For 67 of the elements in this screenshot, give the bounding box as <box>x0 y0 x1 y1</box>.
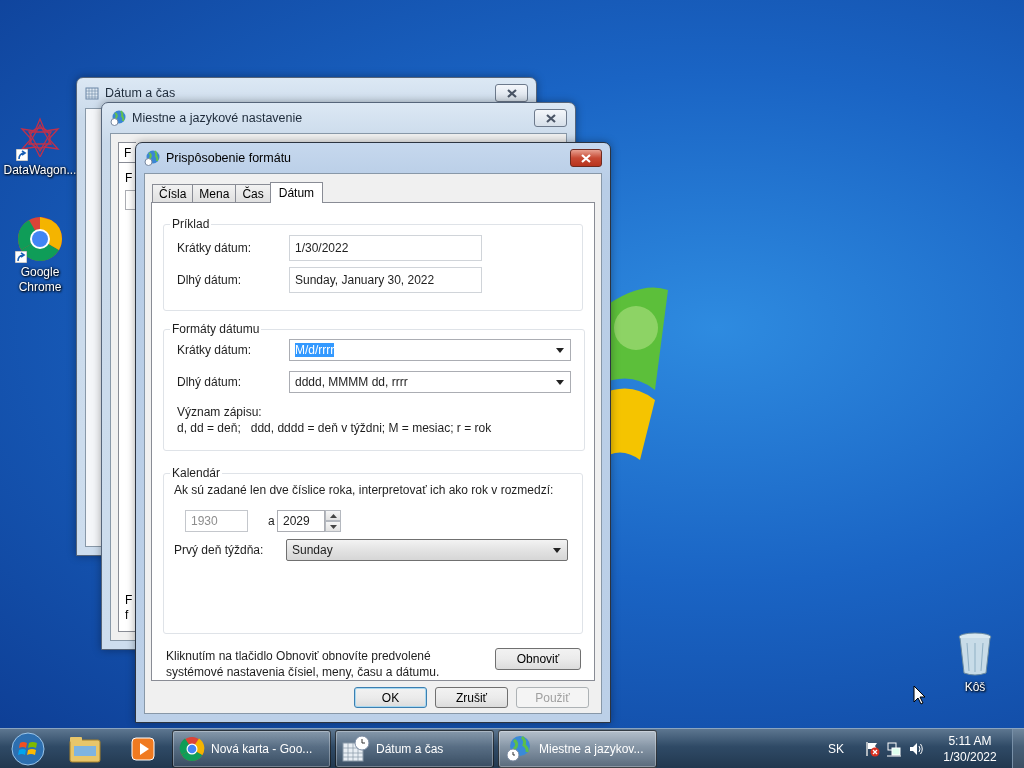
start-button[interactable] <box>8 730 48 767</box>
field-label: Prvý deň týždňa: <box>174 543 265 557</box>
close-icon <box>506 88 517 98</box>
range-separator: a <box>268 514 276 528</box>
clock[interactable]: 5:11 AM 1/30/2022 <box>938 732 1002 765</box>
read-only-field: Sunday, January 30, 2022 <box>289 267 482 293</box>
dropdown-arrow-icon <box>553 547 561 553</box>
window-title: Dátum a čas <box>105 86 177 100</box>
group-title: Kalendár <box>171 466 222 480</box>
globe-icon <box>110 110 126 126</box>
close-button[interactable] <box>534 109 567 127</box>
language-indicator[interactable]: SK <box>828 741 844 756</box>
spin-up-button[interactable] <box>325 510 341 521</box>
notation-title: Význam zápisu: <box>177 404 263 420</box>
dialog-button[interactable]: Zrušiť <box>435 687 508 708</box>
desktop-icon-label[interactable]: Kôš <box>937 680 1013 695</box>
desktop-icon-label[interactable]: DataWagon... <box>2 163 78 178</box>
media-player-icon[interactable] <box>130 735 156 762</box>
windows-logo-icon <box>11 731 45 766</box>
window-title: Miestne a jazykové nastavenie <box>132 111 304 125</box>
caret-up-icon <box>329 513 337 518</box>
flag-error-icon[interactable] <box>864 740 880 757</box>
tab[interactable]: F <box>118 142 136 162</box>
tab[interactable]: Čas <box>235 184 271 202</box>
calendar-icon <box>85 86 99 100</box>
reset-description: Kliknutím na tlačidlo Obnoviť obnovíte predvolené systémové nastavenia čísiel, meny, času a dátumu. <box>166 648 441 680</box>
desktop-icon-label[interactable]: Google Chrome <box>2 265 78 295</box>
field-label: Krátky dátum: <box>177 343 253 357</box>
text-line: F <box>125 593 133 608</box>
close-button[interactable] <box>495 84 528 102</box>
group-title: Príklad <box>171 217 211 231</box>
calendar-description: Ak sú zadané len dve číslice roka, interpretovať ich ako rok v rozmedzí: <box>174 482 555 498</box>
field-label: F <box>125 171 133 186</box>
notation-text: d, dd = deň; ddd, dddd = deň v týždni; M = mesiac; r = rok <box>177 420 493 436</box>
globe-icon <box>505 734 533 763</box>
reset-button[interactable]: Obnoviť <box>495 648 581 670</box>
close-icon <box>581 153 591 163</box>
read-only-field: 1/30/2022 <box>289 235 482 261</box>
tab[interactable]: Mena <box>192 184 237 202</box>
spin-down-button[interactable] <box>325 521 341 532</box>
browser-icon <box>179 735 205 762</box>
close-icon <box>545 113 556 123</box>
tab[interactable]: Dátum <box>269 182 324 203</box>
window-title: Prispôsobenie formátu <box>166 151 293 165</box>
mouse-pointer-icon <box>913 685 926 705</box>
dialog-button[interactable]: OK <box>354 687 427 708</box>
show-desktop-button[interactable] <box>1012 728 1024 768</box>
close-button[interactable] <box>570 149 602 167</box>
calendar-clock-icon <box>342 734 370 763</box>
network-icon[interactable] <box>886 740 902 757</box>
desktop-icon <box>18 117 62 157</box>
taskbar-button[interactable]: Nová karta - Goo... <box>172 729 331 768</box>
dropdown[interactable]: dddd, MMMM dd, rrrr <box>289 371 571 393</box>
dropdown-arrow-icon <box>556 379 564 385</box>
caret-down-icon <box>329 524 337 529</box>
tab[interactable]: Čísla <box>152 184 194 202</box>
field-label: Dlhý dátum: <box>177 273 243 287</box>
globe-icon <box>144 150 160 166</box>
dropdown-arrow-icon <box>556 347 564 353</box>
desktop-icon <box>17 216 63 262</box>
group-title: Formáty dátumu <box>171 322 261 336</box>
field-label: Dlhý dátum: <box>177 375 243 389</box>
year-field[interactable]: 2029 <box>277 510 325 532</box>
dropdown[interactable]: Sunday <box>286 539 568 561</box>
field-label: Krátky dátum: <box>177 241 253 255</box>
taskbar-button[interactable]: Dátum a čas <box>335 729 494 768</box>
text-line: f <box>125 608 129 623</box>
